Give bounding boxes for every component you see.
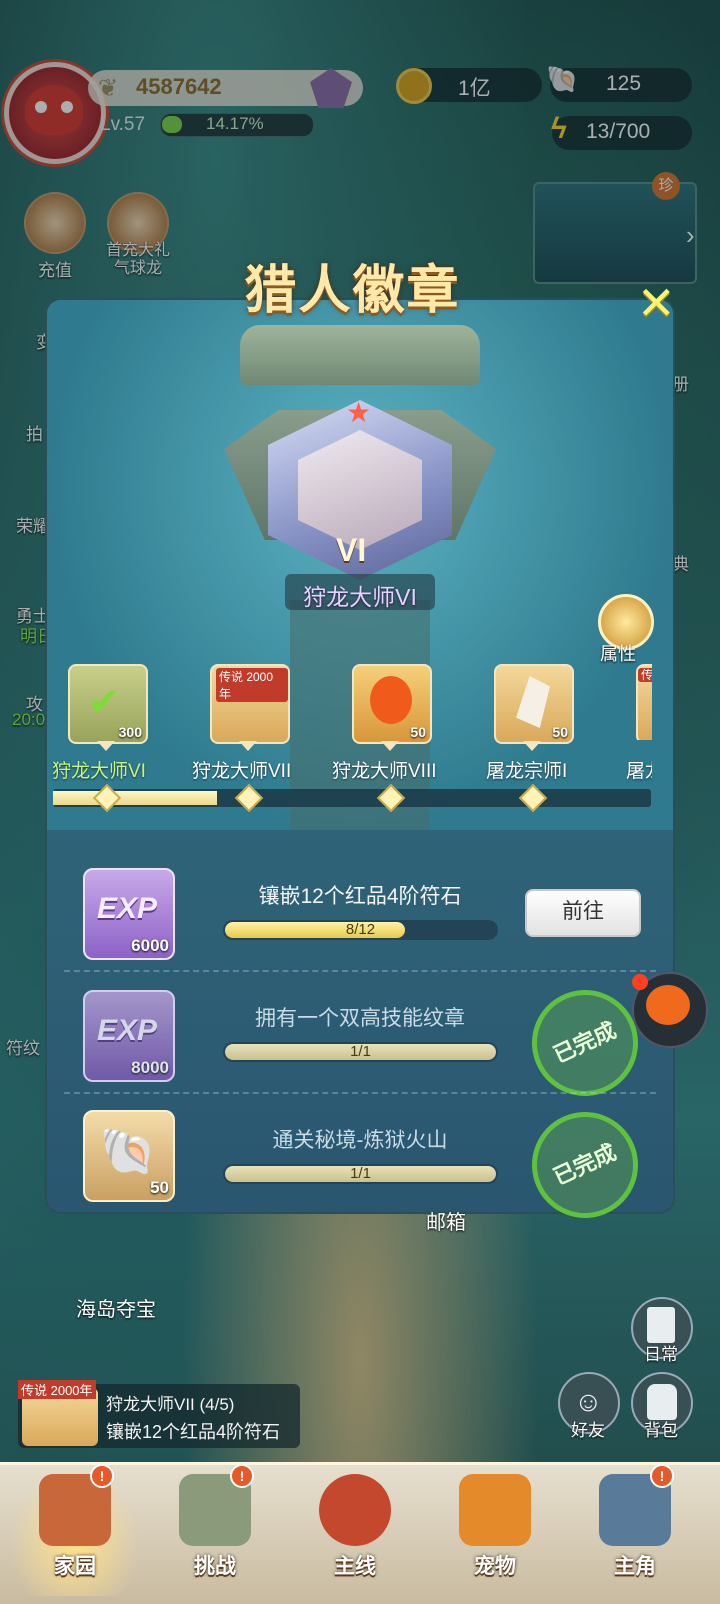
task-progress-text: 8/12: [345, 921, 376, 938]
milestone-reward-card[interactable]: ✔ 300: [68, 664, 148, 744]
friends-label[interactable]: 好友: [553, 1416, 623, 1441]
nav-challenge[interactable]: 挑战 !: [150, 1464, 280, 1596]
reward-count: 300: [118, 724, 142, 740]
island-treasure-label[interactable]: 海岛夺宝: [76, 1293, 156, 1322]
task-progress-text: 1/1: [350, 1043, 371, 1060]
legend-tag: 传说 2000年: [18, 1380, 96, 1399]
divider: [64, 970, 656, 972]
dragon-egg-icon: [370, 676, 412, 724]
milestone-label-clip: 屠龙: [626, 756, 652, 783]
pointer: [239, 741, 257, 751]
nav-home[interactable]: 家园 !: [10, 1464, 140, 1596]
nav-hero-label: 主角: [614, 1555, 656, 1578]
alert-badge: !: [230, 1464, 254, 1488]
daily-label[interactable]: 日常: [626, 1340, 696, 1365]
checkmark-icon: ✔: [88, 682, 120, 724]
task-title: 通关秘境-炼狱火山: [272, 1129, 448, 1152]
legend-tag: 传说 2000年: [216, 668, 288, 702]
task-title: 镶嵌12个红品4阶符石: [258, 885, 462, 908]
exp-reward: EXP 6000: [83, 868, 175, 960]
quest-desc: 镶嵌12个红品4阶符石: [106, 1422, 281, 1442]
milestone-reward-card[interactable]: 50: [352, 664, 432, 744]
milestone-label: 狩龙大师VIII: [332, 761, 437, 782]
nav-main-story-label: 主线: [334, 1555, 376, 1578]
shell-icon: 🐚: [99, 1125, 157, 1177]
reward-count: 50: [150, 1178, 169, 1197]
exp-label: EXP: [97, 892, 158, 925]
badge-numeral: VI: [336, 532, 367, 568]
milestone-label: 屠龙宗师I: [486, 761, 568, 782]
milestone-label: 狩龙大师VI: [52, 761, 146, 782]
milestone-reward-card[interactable]: 传说 2000年: [210, 664, 290, 744]
notification-dot: [632, 974, 648, 990]
nav-hero[interactable]: 主角 !: [570, 1464, 700, 1596]
alert-badge: !: [650, 1464, 674, 1488]
quest-title: 狩龙大师VII (4/5): [106, 1395, 235, 1414]
nav-main-story[interactable]: 主线: [290, 1466, 420, 1596]
star-icon: ★: [346, 397, 372, 428]
reward-count: 6000: [131, 936, 169, 955]
pointer: [523, 741, 541, 751]
nav-home-label: 家园: [54, 1555, 96, 1578]
milestone-label: 狩龙大师VII: [192, 761, 292, 782]
nav-pets[interactable]: 宠物: [430, 1466, 560, 1596]
reward-count: 50: [410, 724, 426, 740]
stone-arch: [240, 325, 480, 385]
fang-icon: [516, 676, 550, 728]
task-progress-text: 1/1: [350, 1165, 371, 1182]
exp-label: EXP: [97, 1014, 158, 1047]
attributes-label[interactable]: 属性: [600, 640, 636, 666]
milestone-track-fill: [53, 791, 217, 805]
task-title: 拥有一个双高技能纹章: [255, 1007, 465, 1030]
divider: [64, 1092, 656, 1094]
reward-count: 8000: [131, 1058, 169, 1077]
pointer: [381, 741, 399, 751]
pointer: [97, 741, 115, 751]
close-icon[interactable]: ✕: [637, 280, 676, 326]
reward-count: 50: [552, 724, 568, 740]
nav-pets-label: 宠物: [474, 1555, 516, 1578]
backpack-icon: [647, 1384, 677, 1420]
milestone-label: 屠龙: [626, 761, 652, 782]
panel-title: 猎人徽章: [244, 262, 461, 320]
exp-reward: EXP 8000: [83, 990, 175, 1082]
chat-icon: ☺: [574, 1386, 603, 1417]
milestone-reward-card[interactable]: 50: [494, 664, 574, 744]
milestone-reward-card-partial[interactable]: 传说: [636, 664, 652, 740]
nav-challenge-label: 挑战: [194, 1555, 236, 1578]
pet-icon: [459, 1474, 531, 1546]
pet-face-icon: [646, 985, 690, 1025]
backpack-label[interactable]: 背包: [626, 1416, 696, 1441]
main-story-icon: [319, 1474, 391, 1546]
legend-tag: 传说: [638, 668, 652, 682]
alert-badge: !: [90, 1464, 114, 1488]
shell-reward: 🐚 50: [83, 1110, 175, 1202]
go-button[interactable]: 前往: [525, 889, 641, 937]
clipboard-icon: [647, 1307, 675, 1343]
mailbox-label[interactable]: 邮箱: [426, 1206, 466, 1235]
milestone-reward-card: 传说: [636, 664, 652, 740]
